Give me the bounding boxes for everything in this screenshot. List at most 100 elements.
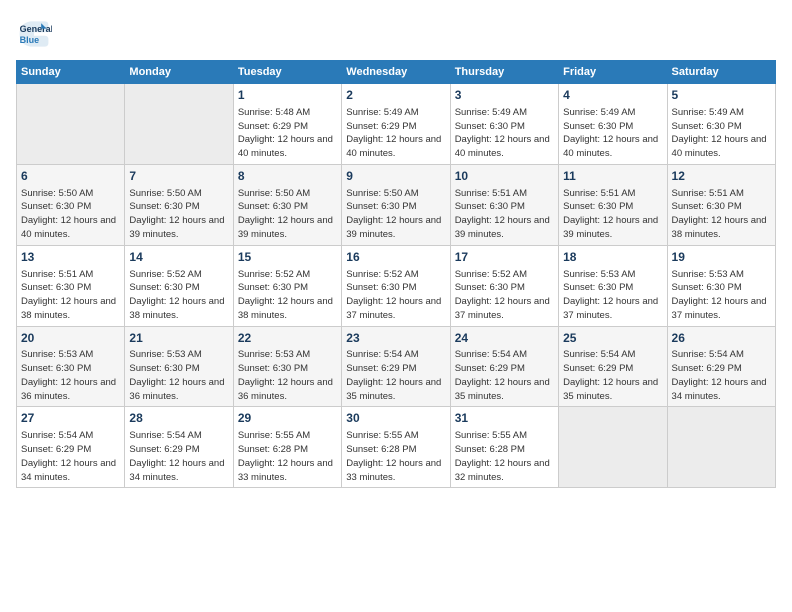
day-number: 15 (238, 249, 337, 266)
day-info: Sunrise: 5:55 AMSunset: 6:28 PMDaylight:… (346, 429, 445, 484)
calendar-cell: 27 Sunrise: 5:54 AMSunset: 6:29 PMDayligh… (17, 407, 125, 488)
calendar-cell: 6Sunrise: 5:50 AMSunset: 6:30 PMDaylight… (17, 164, 125, 245)
week-row-1: 1 Sunrise: 5:48 AMSunset: 6:29 PMDaylight… (17, 84, 776, 165)
day-info: Sunrise: 5:53 AMSunset: 6:30 PMDaylight:… (21, 348, 120, 403)
calendar-table: SundayMondayTuesdayWednesdayThursdayFrid… (16, 60, 776, 488)
day-number: 21 (129, 330, 228, 347)
day-number: 12 (672, 168, 771, 185)
calendar-cell: 21Sunrise: 5:53 AMSunset: 6:30 PMDayligh… (125, 326, 233, 407)
calendar-cell: 22Sunrise: 5:53 AMSunset: 6:30 PMDayligh… (233, 326, 341, 407)
day-number: 18 (563, 249, 662, 266)
day-info: Sunrise: 5:54 AMSunset: 6:29 PMDaylight:… (455, 348, 554, 403)
day-number: 28 (129, 410, 228, 427)
day-number: 14 (129, 249, 228, 266)
calendar-cell: 26Sunrise: 5:54 AMSunset: 6:29 PMDayligh… (667, 326, 775, 407)
calendar-cell: 10Sunrise: 5:51 AMSunset: 6:30 PMDayligh… (450, 164, 558, 245)
calendar-cell: 23Sunrise: 5:54 AMSunset: 6:29 PMDayligh… (342, 326, 450, 407)
day-info: Sunrise: 5:52 AMSunset: 6:30 PMDaylight:… (455, 268, 554, 323)
day-number: 9 (346, 168, 445, 185)
day-number: 1 (238, 87, 337, 104)
svg-text:General: General (20, 24, 52, 34)
calendar-cell: 1 Sunrise: 5:48 AMSunset: 6:29 PMDaylight… (233, 84, 341, 165)
day-info: Sunrise: 5:52 AMSunset: 6:30 PMDaylight:… (129, 268, 228, 323)
day-number: 25 (563, 330, 662, 347)
day-number: 4 (563, 87, 662, 104)
calendar-cell (17, 84, 125, 165)
calendar-cell: 18 Sunrise: 5:53 AMSunset: 6:30 PMDayligh… (559, 245, 667, 326)
day-info: Sunrise: 5:55 AMSunset: 6:28 PMDaylight:… (455, 429, 554, 484)
day-number: 26 (672, 330, 771, 347)
day-number: 24 (455, 330, 554, 347)
calendar-cell: 12 Sunrise: 5:51 AMSunset: 6:30 PMDayligh… (667, 164, 775, 245)
logo-icon: General Blue (16, 16, 52, 52)
day-info: Sunrise: 5:51 AMSunset: 6:30 PMDaylight:… (563, 187, 662, 242)
day-info: Sunrise: 5:49 AMSunset: 6:30 PMDaylight:… (563, 106, 662, 161)
day-info: Sunrise: 5:49 AMSunset: 6:30 PMDaylight:… (672, 106, 771, 161)
calendar-cell: 16 Sunrise: 5:52 AMSunset: 6:30 PMDayligh… (342, 245, 450, 326)
calendar-cell: 17 Sunrise: 5:52 AMSunset: 6:30 PMDayligh… (450, 245, 558, 326)
day-info: Sunrise: 5:49 AMSunset: 6:30 PMDaylight:… (455, 106, 554, 161)
logo: General Blue (16, 16, 56, 52)
calendar-cell: 4 Sunrise: 5:49 AMSunset: 6:30 PMDaylight… (559, 84, 667, 165)
calendar-cell: 28 Sunrise: 5:54 AMSunset: 6:29 PMDayligh… (125, 407, 233, 488)
day-info: Sunrise: 5:54 AMSunset: 6:29 PMDaylight:… (129, 429, 228, 484)
day-info: Sunrise: 5:53 AMSunset: 6:30 PMDaylight:… (563, 268, 662, 323)
day-info: Sunrise: 5:49 AMSunset: 6:29 PMDaylight:… (346, 106, 445, 161)
day-number: 19 (672, 249, 771, 266)
calendar-cell: 25Sunrise: 5:54 AMSunset: 6:29 PMDayligh… (559, 326, 667, 407)
calendar-cell: 5 Sunrise: 5:49 AMSunset: 6:30 PMDaylight… (667, 84, 775, 165)
day-info: Sunrise: 5:48 AMSunset: 6:29 PMDaylight:… (238, 106, 337, 161)
day-info: Sunrise: 5:54 AMSunset: 6:29 PMDaylight:… (672, 348, 771, 403)
day-info: Sunrise: 5:55 AMSunset: 6:28 PMDaylight:… (238, 429, 337, 484)
day-info: Sunrise: 5:52 AMSunset: 6:30 PMDaylight:… (346, 268, 445, 323)
calendar-cell: 2 Sunrise: 5:49 AMSunset: 6:29 PMDaylight… (342, 84, 450, 165)
weekday-header-saturday: Saturday (667, 61, 775, 84)
weekday-header-thursday: Thursday (450, 61, 558, 84)
calendar-cell: 19Sunrise: 5:53 AMSunset: 6:30 PMDayligh… (667, 245, 775, 326)
day-number: 5 (672, 87, 771, 104)
calendar-cell: 31 Sunrise: 5:55 AMSunset: 6:28 PMDayligh… (450, 407, 558, 488)
day-info: Sunrise: 5:50 AMSunset: 6:30 PMDaylight:… (21, 187, 120, 242)
day-info: Sunrise: 5:50 AMSunset: 6:30 PMDaylight:… (129, 187, 228, 242)
calendar-cell (667, 407, 775, 488)
day-number: 10 (455, 168, 554, 185)
day-info: Sunrise: 5:54 AMSunset: 6:29 PMDaylight:… (21, 429, 120, 484)
svg-text:Blue: Blue (20, 35, 40, 45)
day-number: 20 (21, 330, 120, 347)
day-info: Sunrise: 5:54 AMSunset: 6:29 PMDaylight:… (563, 348, 662, 403)
weekday-row: SundayMondayTuesdayWednesdayThursdayFrid… (17, 61, 776, 84)
day-info: Sunrise: 5:53 AMSunset: 6:30 PMDaylight:… (129, 348, 228, 403)
weekday-header-tuesday: Tuesday (233, 61, 341, 84)
day-number: 11 (563, 168, 662, 185)
calendar-body: 1 Sunrise: 5:48 AMSunset: 6:29 PMDaylight… (17, 84, 776, 488)
calendar-cell: 13Sunrise: 5:51 AMSunset: 6:30 PMDayligh… (17, 245, 125, 326)
calendar-cell: 7Sunrise: 5:50 AMSunset: 6:30 PMDaylight… (125, 164, 233, 245)
calendar-cell: 30 Sunrise: 5:55 AMSunset: 6:28 PMDayligh… (342, 407, 450, 488)
day-info: Sunrise: 5:50 AMSunset: 6:30 PMDaylight:… (238, 187, 337, 242)
calendar-cell (125, 84, 233, 165)
calendar-cell: 9Sunrise: 5:50 AMSunset: 6:30 PMDaylight… (342, 164, 450, 245)
day-number: 17 (455, 249, 554, 266)
day-info: Sunrise: 5:51 AMSunset: 6:30 PMDaylight:… (21, 268, 120, 323)
week-row-3: 13Sunrise: 5:51 AMSunset: 6:30 PMDayligh… (17, 245, 776, 326)
day-info: Sunrise: 5:54 AMSunset: 6:29 PMDaylight:… (346, 348, 445, 403)
day-number: 27 (21, 410, 120, 427)
day-number: 31 (455, 410, 554, 427)
calendar-cell: 11 Sunrise: 5:51 AMSunset: 6:30 PMDayligh… (559, 164, 667, 245)
week-row-4: 20Sunrise: 5:53 AMSunset: 6:30 PMDayligh… (17, 326, 776, 407)
weekday-header-sunday: Sunday (17, 61, 125, 84)
day-info: Sunrise: 5:51 AMSunset: 6:30 PMDaylight:… (672, 187, 771, 242)
calendar-cell: 3Sunrise: 5:49 AMSunset: 6:30 PMDaylight… (450, 84, 558, 165)
calendar-cell: 8Sunrise: 5:50 AMSunset: 6:30 PMDaylight… (233, 164, 341, 245)
week-row-5: 27 Sunrise: 5:54 AMSunset: 6:29 PMDayligh… (17, 407, 776, 488)
day-number: 29 (238, 410, 337, 427)
calendar-cell: 14 Sunrise: 5:52 AMSunset: 6:30 PMDayligh… (125, 245, 233, 326)
day-info: Sunrise: 5:52 AMSunset: 6:30 PMDaylight:… (238, 268, 337, 323)
day-number: 22 (238, 330, 337, 347)
week-row-2: 6Sunrise: 5:50 AMSunset: 6:30 PMDaylight… (17, 164, 776, 245)
day-number: 2 (346, 87, 445, 104)
weekday-header-friday: Friday (559, 61, 667, 84)
day-number: 16 (346, 249, 445, 266)
page-header: General Blue (16, 16, 776, 52)
day-number: 30 (346, 410, 445, 427)
